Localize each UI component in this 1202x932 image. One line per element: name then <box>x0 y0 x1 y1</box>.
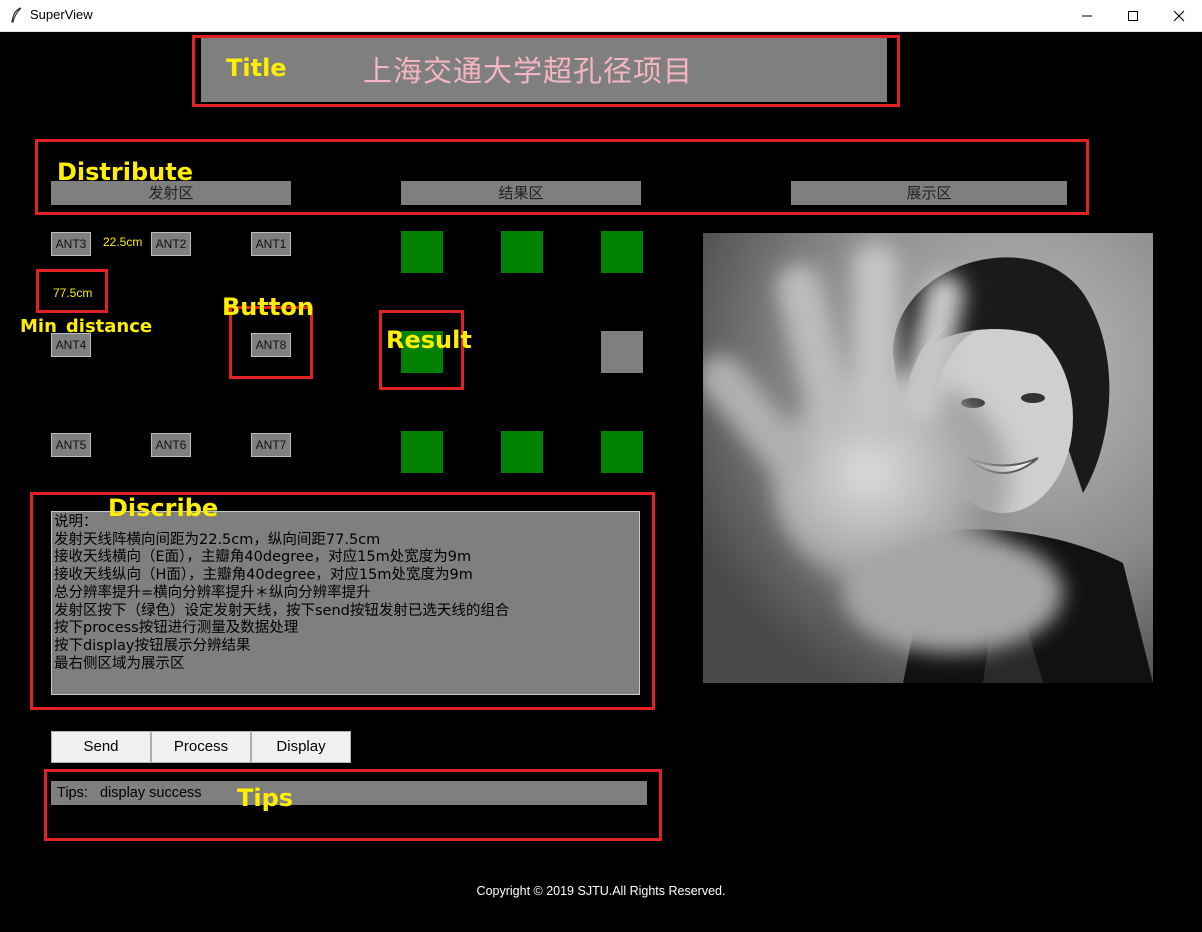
minimize-icon <box>1082 15 1092 16</box>
display-image <box>703 233 1153 683</box>
send-button[interactable]: Send <box>51 731 151 763</box>
ant3-button[interactable]: ANT3 <box>51 232 91 256</box>
distribute-annotation-label: Distribute <box>57 158 193 186</box>
display-button[interactable]: Display <box>251 731 351 763</box>
discribe-annotation-label: Discribe <box>108 494 219 522</box>
result-cell-inactive <box>601 331 643 373</box>
maximize-button[interactable] <box>1110 0 1156 31</box>
min-distance-annotation-box <box>36 269 108 313</box>
maximize-icon <box>1128 10 1138 21</box>
discribe-annotation-box <box>30 492 655 710</box>
copyright-text: Copyright © 2019 SJTU.All Rights Reserve… <box>476 884 726 898</box>
title-annotation-box <box>192 35 900 107</box>
minimize-button[interactable] <box>1064 0 1110 31</box>
ant5-button[interactable]: ANT5 <box>51 433 91 457</box>
close-button[interactable] <box>1156 0 1202 31</box>
result-cell-active <box>401 431 443 473</box>
result-cell-active <box>501 431 543 473</box>
feather-icon <box>10 7 24 23</box>
ant4-button[interactable]: ANT4 <box>51 333 91 357</box>
result-annotation-label: Result <box>386 326 472 354</box>
window-title: SuperView <box>30 7 93 22</box>
result-cell-active <box>601 231 643 273</box>
ant7-button[interactable]: ANT7 <box>251 433 291 457</box>
horizontal-distance-label: 22.5cm <box>103 235 143 249</box>
close-icon <box>1173 10 1185 21</box>
tips-annotation-label: Tips <box>237 784 294 812</box>
ant2-button[interactable]: ANT2 <box>151 232 191 256</box>
button-annotation-label: Button <box>222 293 314 321</box>
title-annotation-label: Title <box>226 54 287 82</box>
ant1-button[interactable]: ANT1 <box>251 232 291 256</box>
distribute-annotation-box <box>35 139 1089 215</box>
window-titlebar <box>0 0 1202 32</box>
process-button[interactable]: Process <box>151 731 251 763</box>
result-cell-active <box>401 231 443 273</box>
result-cell-active <box>501 231 543 273</box>
tips-annotation-box <box>44 769 662 841</box>
result-cell-active <box>601 431 643 473</box>
ant6-button[interactable]: ANT6 <box>151 433 191 457</box>
